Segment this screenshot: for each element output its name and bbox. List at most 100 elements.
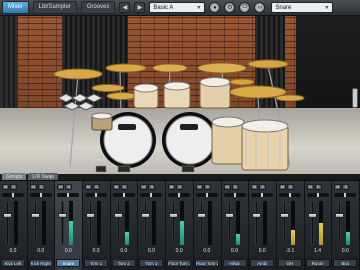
scroll-handle[interactable] (352, 88, 358, 108)
mute-button[interactable]: M (168, 184, 176, 190)
link-icon[interactable]: ∞ (254, 2, 266, 13)
solo-button[interactable]: S (203, 184, 211, 190)
channel-name[interactable]: Snare (56, 259, 81, 267)
fader-track (116, 201, 120, 245)
tab-mixer[interactable]: Mixer (2, 1, 29, 14)
channel-name[interactable]: Hihat (222, 259, 247, 267)
channel-name[interactable]: Room (305, 259, 330, 267)
electronic-pads[interactable] (56, 93, 104, 111)
volume-fader[interactable] (252, 213, 262, 218)
pan-slider[interactable] (112, 193, 135, 197)
chevron-right-icon[interactable]: ▶ (134, 2, 146, 13)
pan-slider[interactable] (29, 193, 52, 197)
splash-cymbal[interactable] (152, 63, 188, 73)
chevron-left-icon[interactable]: ◀ (119, 2, 131, 13)
mute-button[interactable]: M (251, 184, 259, 190)
solo-button[interactable]: S (286, 184, 294, 190)
channel-name[interactable]: Kick Right (28, 259, 53, 267)
mute-button[interactable]: M (112, 184, 120, 190)
hihat-cymbal[interactable] (106, 92, 138, 100)
mute-button[interactable]: M (29, 184, 37, 190)
volume-fader[interactable] (169, 213, 179, 218)
pan-slider[interactable] (334, 193, 357, 197)
channel-strip: M S 0.0 Snare (55, 181, 84, 270)
pan-slider[interactable] (223, 193, 246, 197)
knob-icon[interactable]: ● (209, 2, 221, 13)
pan-slider[interactable] (57, 193, 80, 197)
hihat-cymbal[interactable] (91, 84, 125, 92)
strip-buttons: MS (334, 184, 350, 190)
volume-fader[interactable] (196, 213, 206, 218)
pan-slider[interactable] (278, 193, 301, 197)
mute-button[interactable]: M (57, 184, 65, 190)
volume-fader[interactable] (30, 213, 40, 218)
channel-name[interactable]: Floor Tom 1 (167, 259, 192, 267)
volume-fader[interactable] (335, 213, 345, 218)
solo-button[interactable]: S (93, 184, 101, 190)
pan-slider[interactable] (251, 193, 274, 197)
channel-name[interactable]: Kick Left (1, 259, 25, 267)
level-meter (346, 201, 351, 245)
volume-fader[interactable] (58, 213, 68, 218)
volume-fader[interactable] (307, 213, 317, 218)
volume-fader[interactable] (141, 213, 151, 218)
fader-track (61, 201, 65, 245)
solo-button[interactable]: S (37, 184, 45, 190)
channel-name[interactable]: Tom 3 (139, 259, 164, 267)
channel-name[interactable]: OH (277, 259, 302, 267)
pan-slider[interactable] (140, 193, 163, 197)
solo-button[interactable]: S (176, 184, 184, 190)
mute-button[interactable]: M (223, 184, 231, 190)
solo-button[interactable]: S (231, 184, 239, 190)
mute-button[interactable]: M (85, 184, 93, 190)
mute-button[interactable]: M (140, 184, 148, 190)
instrument-select[interactable]: Snare ▼ (271, 2, 334, 13)
channel-name[interactable]: Bus (333, 259, 358, 267)
solo-button[interactable]: S (65, 184, 73, 190)
settings-icon[interactable]: ⚙ (224, 2, 236, 13)
crash-cymbal[interactable] (53, 68, 103, 80)
mute-button[interactable]: M (334, 184, 342, 190)
fader-track (144, 201, 148, 245)
splash-cymbal[interactable] (229, 78, 255, 86)
volume-fader[interactable] (279, 213, 289, 218)
fader-track (255, 201, 259, 245)
volume-value: 0.0 (120, 248, 128, 254)
solo-button[interactable]: S (148, 184, 156, 190)
floor-tom-2[interactable] (241, 125, 289, 171)
pan-slider[interactable] (168, 193, 191, 197)
volume-fader[interactable] (3, 213, 12, 218)
channel-name[interactable]: Tom 2 (111, 259, 136, 267)
solo-button[interactable]: S (314, 184, 322, 190)
mute-button[interactable]: M (306, 184, 314, 190)
channel-name[interactable]: Floor Tom 2 (194, 259, 219, 267)
solo-button[interactable]: S (10, 184, 17, 190)
tab-lib-sampler[interactable]: Lib/Sampler (32, 1, 77, 14)
preset-select[interactable]: Basic A ▼ (149, 2, 206, 13)
pan-slider[interactable] (306, 193, 329, 197)
volume-fader[interactable] (224, 213, 234, 218)
floor-tom-1[interactable] (211, 121, 245, 165)
mute-button[interactable]: M (278, 184, 286, 190)
crash-cymbal[interactable] (105, 63, 147, 73)
pan-slider[interactable] (2, 193, 24, 197)
volume-fader[interactable] (86, 213, 96, 218)
volume-fader[interactable] (113, 213, 123, 218)
pan-slider[interactable] (85, 193, 108, 197)
pan-slider[interactable] (195, 193, 218, 197)
power-icon[interactable]: ⏻ (239, 2, 251, 13)
ride-cymbal[interactable] (197, 62, 247, 74)
channel-name[interactable]: Tom 1 (84, 259, 109, 267)
solo-button[interactable]: S (259, 184, 267, 190)
mute-button[interactable]: M (2, 184, 9, 190)
mute-button[interactable]: M (195, 184, 203, 190)
crash-cymbal[interactable] (275, 94, 305, 102)
crash-cymbal[interactable] (247, 59, 289, 69)
channel-name[interactable]: Ambi (250, 259, 275, 267)
strip-buttons: MS (85, 184, 101, 190)
tab-grooves[interactable]: Grooves (80, 1, 116, 14)
solo-button[interactable]: S (120, 184, 128, 190)
channel-strip: M S 0.0 Tom 1 (83, 181, 111, 270)
solo-button[interactable]: S (342, 184, 350, 190)
snare-drum[interactable] (91, 112, 113, 131)
